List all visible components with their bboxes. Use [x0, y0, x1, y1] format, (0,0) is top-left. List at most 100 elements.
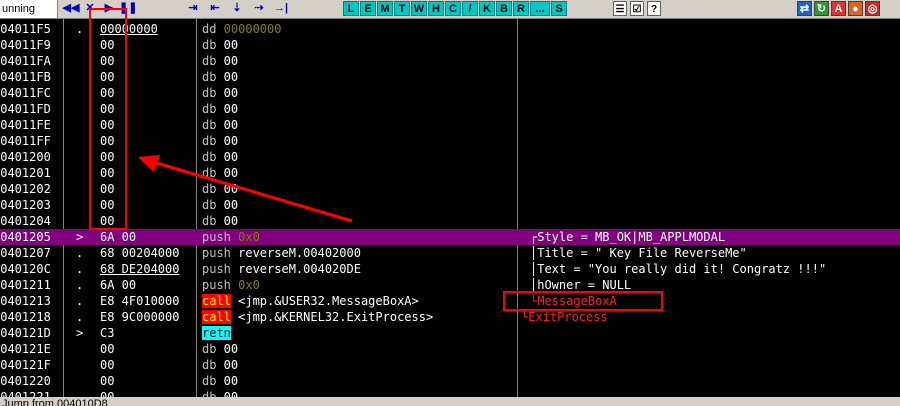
disassembly-line[interactable]: db 00	[202, 37, 238, 53]
window-button-0[interactable]: L	[343, 1, 359, 16]
disassembly-line[interactable]: db 00	[202, 149, 238, 165]
plugin-button-2[interactable]: A	[831, 1, 846, 16]
status-bar: Jump from 004010D8	[0, 397, 900, 406]
hex-bytes[interactable]: 68 00204000	[100, 245, 179, 261]
toolbar-right-button-0[interactable]: ☰	[613, 1, 627, 16]
window-button-9[interactable]: B	[496, 1, 512, 16]
hex-bytes[interactable]: 00	[100, 357, 114, 373]
address-cell[interactable]: 00401211	[0, 277, 51, 293]
disassembly-line[interactable]: dd 00000000	[202, 21, 281, 37]
address-cell[interactable]: 004011FC	[0, 85, 51, 101]
address-cell[interactable]: 004011FA	[0, 53, 51, 69]
disassembly-line[interactable]: db 00	[202, 101, 238, 117]
disassembly-line[interactable]: call <jmp.&KERNEL32.ExitProcess>	[202, 309, 433, 325]
jump-marker: .	[76, 262, 84, 276]
hex-bytes[interactable]: 00	[100, 341, 114, 357]
operands: 00	[216, 198, 239, 212]
disassembly-line[interactable]: retn	[202, 325, 231, 341]
window-button-5[interactable]: H	[428, 1, 444, 16]
window-button-4[interactable]: W	[411, 1, 427, 16]
jump-marker: >	[76, 326, 84, 340]
plugin-button-3[interactable]: ●	[848, 1, 863, 16]
disassembly-line[interactable]: db 00	[202, 133, 238, 149]
address-cell[interactable]: 004011FD	[0, 101, 51, 117]
address-cell[interactable]: 00401200	[0, 149, 51, 165]
step-button-2[interactable]: ⇣	[228, 1, 246, 16]
toolbar-right-button-2[interactable]: ?	[647, 1, 661, 16]
disassembly-line[interactable]: db 00	[202, 69, 238, 85]
address-cell[interactable]: 00401218	[0, 309, 51, 325]
disassembly-line[interactable]: push reverseM.004020DE	[202, 261, 361, 277]
step-button-1[interactable]: ⇤	[206, 1, 224, 16]
disassembly-column	[197, 19, 517, 397]
window-button-10[interactable]: R	[513, 1, 529, 16]
address-cell[interactable]: 00401213	[0, 293, 51, 309]
mnemonic: db	[202, 38, 217, 52]
address-cell[interactable]: 0040120C	[0, 261, 51, 277]
disassembly-line[interactable]: db 00	[202, 213, 238, 229]
toolbar-right-button-1[interactable]: ☑	[630, 1, 644, 16]
mnemonic: db	[202, 134, 217, 148]
operands: <jmp.&KERNEL32.ExitProcess>	[230, 310, 434, 324]
address-cell[interactable]: 004011FE	[0, 117, 51, 133]
window-button-11[interactable]: ...	[530, 1, 550, 16]
disassembly-line[interactable]: push 0x0	[202, 277, 260, 293]
address-cell[interactable]: 004011FF	[0, 133, 51, 149]
address-cell[interactable]: 00401203	[0, 197, 51, 213]
mnemonic: db	[202, 374, 217, 388]
window-button-6[interactable]: C	[445, 1, 461, 16]
address-cell[interactable]: 004011F5	[0, 21, 51, 37]
window-button-1[interactable]: E	[360, 1, 376, 16]
disassembly-line[interactable]: db 00	[202, 373, 238, 389]
disassembly-line[interactable]: db 00	[202, 117, 238, 133]
address-cell[interactable]: 0040121F	[0, 357, 51, 373]
operands: 00	[216, 358, 239, 372]
disassembly-line[interactable]: call <jmp.&USER32.MessageBoxA>	[202, 293, 419, 309]
plugin-button-4[interactable]: ◎	[865, 1, 880, 16]
hex-bytes[interactable]: 68 DE204000	[100, 261, 179, 277]
operands: 00	[216, 70, 239, 84]
mnemonic: db	[202, 182, 217, 196]
address-cell[interactable]: 00401204	[0, 213, 51, 229]
disassembly-line[interactable]: db 00	[202, 165, 238, 181]
address-cell[interactable]: 00401207	[0, 245, 51, 261]
window-button-2[interactable]: M	[377, 1, 393, 16]
disassembly-line[interactable]: db 00	[202, 53, 238, 69]
plugin-button-1[interactable]: ↻	[814, 1, 829, 16]
step-button-4[interactable]: →|	[272, 1, 290, 16]
window-button-8[interactable]: K	[479, 1, 495, 16]
mnemonic: db	[202, 86, 217, 100]
window-button-12[interactable]: S	[551, 1, 567, 16]
address-cell[interactable]: 00401205	[0, 229, 51, 245]
address-cell[interactable]: 004011F9	[0, 37, 51, 53]
plugin-button-0[interactable]: ⇄	[797, 1, 812, 16]
disassembly-line[interactable]: push 0x0	[202, 229, 260, 245]
address-cell[interactable]: 004011FB	[0, 69, 51, 85]
toolbar-button-0[interactable]: ◀◀	[62, 1, 80, 16]
disassembly-line[interactable]: db 00	[202, 181, 238, 197]
operands: reverseM.00402000	[230, 246, 361, 260]
step-button-0[interactable]: ⇥	[184, 1, 202, 16]
hex-bytes[interactable]: 00	[100, 373, 114, 389]
mnemonic: db	[202, 342, 217, 356]
hex-bytes[interactable]: E8 4F010000	[100, 293, 179, 309]
address-cell[interactable]: 00401220	[0, 373, 51, 389]
disassembly-line[interactable]: db 00	[202, 85, 238, 101]
disassembly-line[interactable]: db 00	[202, 357, 238, 373]
window-button-7[interactable]: /	[462, 1, 478, 16]
hex-bytes[interactable]: 6A 00	[100, 277, 136, 293]
address-cell[interactable]: 0040121E	[0, 341, 51, 357]
window-button-3[interactable]: T	[394, 1, 410, 16]
step-button-3[interactable]: ⇢	[250, 1, 268, 16]
address-cell[interactable]: 00401201	[0, 165, 51, 181]
mnemonic: db	[202, 150, 217, 164]
hex-bytes[interactable]: E8 9C000000	[100, 309, 179, 325]
hex-bytes[interactable]: 6A 00	[100, 229, 136, 245]
hex-bytes[interactable]: C3	[100, 325, 114, 341]
mnemonic: push	[202, 262, 231, 276]
address-cell[interactable]: 0040121D	[0, 325, 51, 341]
address-cell[interactable]: 00401202	[0, 181, 51, 197]
disassembly-line[interactable]: db 00	[202, 341, 238, 357]
disassembly-line[interactable]: push reverseM.00402000	[202, 245, 361, 261]
disassembly-line[interactable]: db 00	[202, 197, 238, 213]
